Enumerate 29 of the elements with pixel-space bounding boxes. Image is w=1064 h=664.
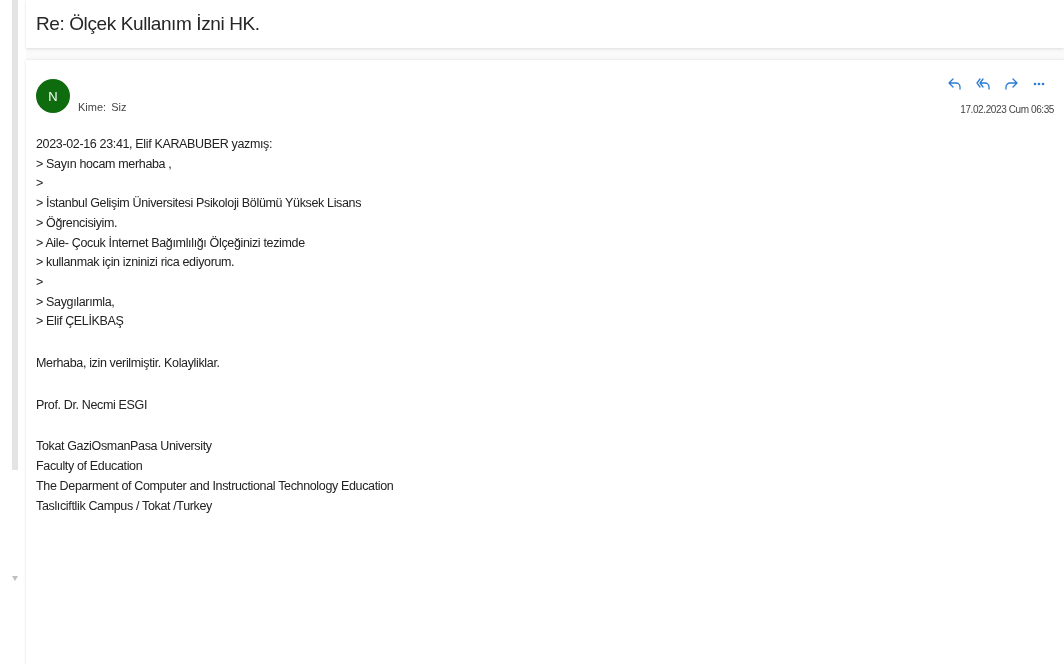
message-date: 17.02.2023 Cum 06:35 [960,104,1054,115]
body-line: Tokat GaziOsmanPasa University [36,438,212,456]
forward-button[interactable] [1002,76,1020,92]
body-line: > [36,273,43,291]
body-line: > Elif ÇELİKBAŞ [36,313,124,331]
to-label: Kime: [78,101,107,113]
body-line: > Sayın hocam merhaba , [36,155,172,173]
body-line: > Öğrencisiyim. [36,214,118,232]
reply-all-button[interactable] [974,76,992,92]
scrollbar-track[interactable] [12,0,18,470]
body-line: Prof. Dr. Necmi ESGI [36,396,148,414]
body-line: Faculty of Education [36,458,143,476]
body-line: > Aile- Çocuk İnternet Bağımlılığı Ölçeğinizi tezimde [36,234,305,252]
body-line: 2023-02-16 23:41, Elif KARABUBER yazmış: [36,136,273,153]
reply-all-icon [975,78,991,90]
email-subject: Re: Ölçek Kullanım İzni HK. [36,13,260,35]
body-line: > İstanbul Gelişim Üniversitesi Psikoloji Bölümü Yüksek Lisans [36,195,362,213]
more-icon [1033,82,1045,86]
sender-avatar: N [36,79,70,113]
reply-button[interactable] [946,76,964,92]
forward-icon [1004,78,1018,90]
body-line: Merhaba, izin verilmiştir. Kolayliklar. [36,355,220,373]
body-line: > Saygılarımla, [36,293,115,311]
body-line: > kullanmak için izninizi rica ediyorum. [36,254,235,272]
reply-icon [948,78,962,90]
body-line: Taslıciftlik Campus / Tokat /Turkey [36,497,212,515]
body-line: > [36,175,43,193]
body-line: The Deparment of Computer and Instructional Technology Education [36,477,394,495]
recipient: Siz [111,101,127,113]
